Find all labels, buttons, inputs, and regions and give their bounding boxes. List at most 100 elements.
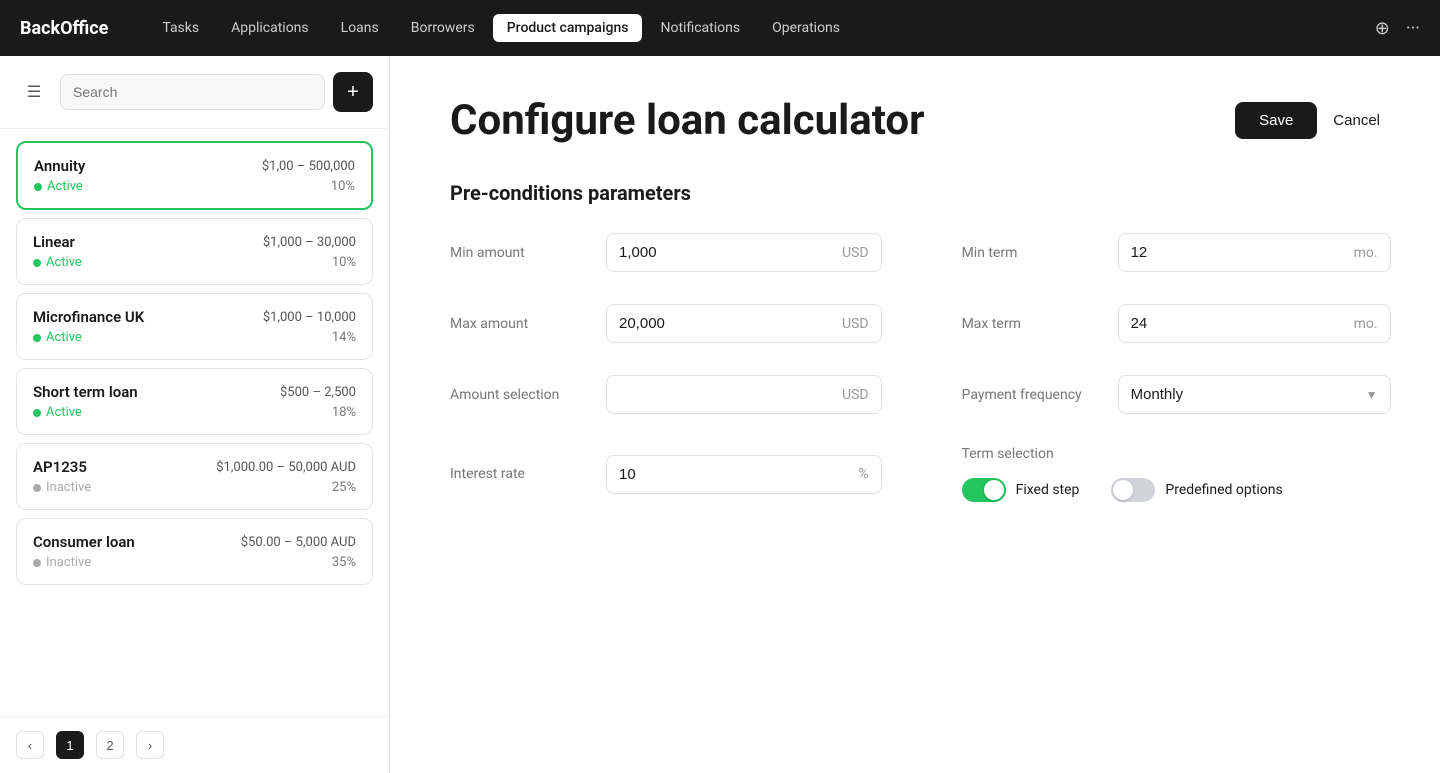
max-amount-input-wrap: USD — [606, 304, 882, 343]
fixed-step-label: Fixed step — [1016, 482, 1080, 498]
payment-frequency-select[interactable]: Monthly Weekly Bi-weekly Daily — [1119, 376, 1354, 413]
nav-item-product-campaigns[interactable]: Product campaigns — [493, 14, 643, 42]
loan-range: $50.00 – 5,000 AUD — [241, 535, 356, 550]
app-logo: BackOffice — [20, 18, 108, 39]
save-button[interactable]: Save — [1235, 102, 1317, 139]
status-dot — [33, 559, 41, 567]
amount-selection-input[interactable] — [607, 376, 830, 413]
min-term-input[interactable] — [1119, 234, 1342, 271]
page-2-button[interactable]: 2 — [96, 731, 124, 759]
max-term-unit: mo. — [1342, 306, 1390, 342]
status-label: Active — [47, 179, 83, 194]
loan-name: Microfinance UK — [33, 308, 144, 326]
fixed-step-toggle-item: Fixed step — [962, 478, 1080, 502]
loan-status: Active — [33, 405, 82, 420]
interest-rate-label: Interest rate — [450, 466, 590, 482]
min-term-label: Min term — [962, 245, 1102, 261]
top-navigation: BackOffice Tasks Applications Loans Borr… — [0, 0, 1440, 56]
toggle-knob — [984, 480, 1004, 500]
loan-name: Consumer loan — [33, 533, 135, 551]
page-title: Configure loan calculator — [450, 96, 924, 145]
nav-item-operations[interactable]: Operations — [758, 14, 854, 42]
min-amount-row: Min amount USD — [450, 233, 882, 272]
list-item[interactable]: Short term loan $500 – 2,500 Active 18% — [16, 368, 373, 435]
loan-range: $1,00 – 500,000 — [262, 159, 355, 174]
loan-range: $1,000 – 10,000 — [263, 310, 356, 325]
loan-range: $1,000.00 – 50,000 AUD — [216, 460, 356, 475]
nav-item-borrowers[interactable]: Borrowers — [397, 14, 489, 42]
loan-status: Active — [33, 330, 82, 345]
amount-selection-unit: USD — [830, 377, 881, 413]
min-amount-input[interactable] — [607, 234, 830, 271]
status-label: Active — [46, 405, 82, 420]
nav-item-notifications[interactable]: Notifications — [646, 14, 754, 42]
loan-rate: 14% — [332, 330, 356, 345]
status-label: Active — [46, 255, 82, 270]
list-item[interactable]: Consumer loan $50.00 – 5,000 AUD Inactiv… — [16, 518, 373, 585]
list-item[interactable]: AP1235 $1,000.00 – 50,000 AUD Inactive 2… — [16, 443, 373, 510]
max-term-input[interactable] — [1119, 305, 1342, 342]
amount-selection-row: Amount selection USD — [450, 375, 882, 414]
status-label: Active — [46, 330, 82, 345]
min-term-input-wrap: mo. — [1118, 233, 1391, 272]
loan-rate: 25% — [332, 480, 356, 495]
main-layout: ☰ + Annuity $1,00 – 500,000 Active 10% — [0, 56, 1440, 773]
loan-rate: 10% — [332, 255, 356, 270]
max-amount-row: Max amount USD — [450, 304, 882, 343]
loan-status: Inactive — [33, 480, 91, 495]
loan-status: Inactive — [33, 555, 91, 570]
payment-frequency-label: Payment frequency — [962, 387, 1102, 403]
nav-item-loans[interactable]: Loans — [327, 14, 393, 42]
nav-item-applications[interactable]: Applications — [217, 14, 323, 42]
toggle-knob — [1113, 480, 1133, 500]
loan-rate: 10% — [331, 179, 355, 194]
term-selection-row: Term selection Fixed step Predefined opt… — [962, 446, 1391, 502]
globe-icon[interactable]: ⊕ — [1375, 18, 1390, 39]
amount-selection-label: Amount selection — [450, 387, 590, 403]
payment-frequency-row: Payment frequency Monthly Weekly Bi-week… — [962, 375, 1391, 414]
payment-frequency-select-wrap: Monthly Weekly Bi-weekly Daily ▼ — [1118, 375, 1391, 414]
nav-items: Tasks Applications Loans Borrowers Produ… — [148, 14, 1374, 42]
list-item[interactable]: Linear $1,000 – 30,000 Active 10% — [16, 218, 373, 285]
status-label: Inactive — [46, 480, 91, 495]
status-label: Inactive — [46, 555, 91, 570]
content-header: Configure loan calculator Save Cancel — [450, 96, 1380, 145]
loan-range: $1,000 – 30,000 — [263, 235, 356, 250]
sidebar-loan-list: Annuity $1,00 – 500,000 Active 10% Linea… — [0, 129, 389, 716]
term-selection-label: Term selection — [962, 446, 1102, 462]
list-item[interactable]: Microfinance UK $1,000 – 10,000 Active 1… — [16, 293, 373, 360]
add-loan-button[interactable]: + — [333, 72, 373, 112]
more-options-icon[interactable]: ··· — [1406, 18, 1420, 39]
nav-item-tasks[interactable]: Tasks — [148, 14, 213, 42]
loan-name: Annuity — [34, 157, 85, 175]
max-amount-input[interactable] — [607, 305, 830, 342]
status-dot — [33, 409, 41, 417]
status-dot — [34, 183, 42, 191]
next-page-button[interactable]: › — [136, 731, 164, 759]
pagination: ‹ 1 2 › — [0, 716, 389, 773]
cancel-button[interactable]: Cancel — [1333, 112, 1380, 129]
interest-rate-input[interactable] — [607, 456, 846, 493]
loan-name: Short term loan — [33, 383, 138, 401]
max-term-row: Max term mo. — [962, 304, 1391, 343]
page-1-button[interactable]: 1 — [56, 731, 84, 759]
fixed-step-toggle[interactable] — [962, 478, 1006, 502]
nav-right: ⊕ ··· — [1375, 18, 1420, 39]
max-amount-unit: USD — [830, 306, 881, 342]
prev-page-button[interactable]: ‹ — [16, 731, 44, 759]
sidebar: ☰ + Annuity $1,00 – 500,000 Active 10% — [0, 56, 390, 773]
search-input[interactable] — [60, 74, 325, 110]
status-dot — [33, 259, 41, 267]
chevron-down-icon: ▼ — [1354, 388, 1390, 402]
predefined-options-label: Predefined options — [1165, 482, 1282, 498]
loan-range: $500 – 2,500 — [280, 385, 356, 400]
list-item[interactable]: Annuity $1,00 – 500,000 Active 10% — [16, 141, 373, 210]
loan-rate: 18% — [332, 405, 356, 420]
min-amount-label: Min amount — [450, 245, 590, 261]
predefined-options-toggle[interactable] — [1111, 478, 1155, 502]
interest-rate-row: Interest rate % — [450, 446, 882, 502]
min-term-row: Min term mo. — [962, 233, 1391, 272]
sidebar-menu-button[interactable]: ☰ — [16, 74, 52, 110]
interest-rate-unit: % — [846, 456, 880, 492]
max-term-label: Max term — [962, 316, 1102, 332]
